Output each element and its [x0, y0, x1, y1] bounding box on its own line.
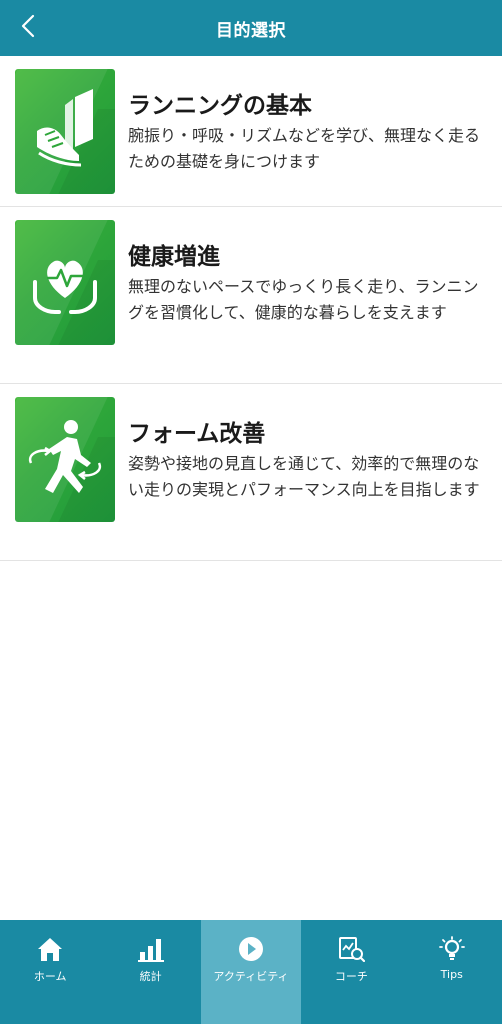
goal-thumbnail — [15, 220, 115, 345]
goal-list: ランニングの基本 腕振り・呼吸・リズムなどを学び、無理なく走るための基礎を身につ… — [0, 56, 502, 561]
lightbulb-icon — [438, 936, 466, 966]
home-icon — [36, 936, 64, 966]
tab-activity[interactable]: アクティビティ — [200, 920, 302, 1024]
tab-stats[interactable]: 統計 — [100, 920, 200, 1024]
goal-thumbnail — [15, 69, 115, 194]
play-circle-icon — [237, 936, 265, 966]
goal-item-running-basics[interactable]: ランニングの基本 腕振り・呼吸・リズムなどを学び、無理なく走るための基礎を身につ… — [0, 56, 502, 207]
goal-item-health[interactable]: 健康増進 無理のないペースでゆっくり長く走り、ランニングを習慣化して、健康的な暮… — [0, 207, 502, 384]
bar-chart-icon — [137, 936, 165, 966]
tab-home[interactable]: ホーム — [0, 920, 100, 1024]
page-title: 目的選択 — [216, 20, 286, 41]
goal-item-form-improvement[interactable]: フォーム改善 姿勢や接地の見直しを通じて、効率的で無理のない走りの実現とパフォー… — [0, 384, 502, 561]
goal-thumbnail — [15, 397, 115, 522]
tab-tips[interactable]: Tips — [402, 920, 502, 1024]
tab-coach[interactable]: コーチ — [301, 920, 401, 1024]
header-bar: 目的選択 — [0, 0, 502, 56]
goal-description: 無理のないペースでゆっくり長く走り、ランニングを習慣化して、健康的な暮らしを支え… — [128, 277, 479, 322]
goal-description: 姿勢や接地の見直しを通じて、効率的で無理のない走りの実現とパフォーマンス向上を目… — [128, 454, 480, 499]
goal-title: フォーム改善 — [128, 421, 266, 447]
tab-label: 統計 — [139, 970, 162, 983]
tab-label: コーチ — [334, 970, 368, 983]
tab-label: アクティビティ — [213, 970, 289, 983]
goal-title: 健康増進 — [128, 244, 220, 270]
goal-description: 腕振り・呼吸・リズムなどを学び、無理なく走るための基礎を身につけます — [128, 126, 481, 171]
tab-label: Tips — [440, 968, 463, 981]
bottom-tab-bar: ホーム 統計 アクティビティ コーチ Tips — [0, 920, 502, 1024]
back-button[interactable] — [12, 12, 44, 44]
coach-report-icon — [337, 936, 366, 966]
tab-label: ホーム — [33, 970, 67, 983]
chevron-left-icon — [21, 14, 35, 42]
goal-title: ランニングの基本 — [128, 93, 312, 119]
